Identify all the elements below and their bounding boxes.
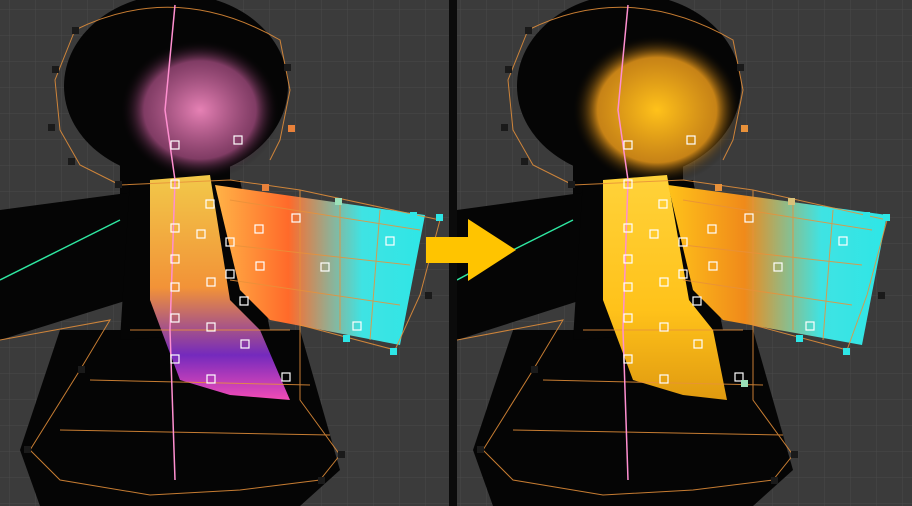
comparison-stage (0, 0, 912, 506)
before-canvas[interactable] (0, 0, 449, 506)
right-arrow-icon (426, 219, 516, 281)
before-viewport[interactable] (0, 0, 449, 506)
